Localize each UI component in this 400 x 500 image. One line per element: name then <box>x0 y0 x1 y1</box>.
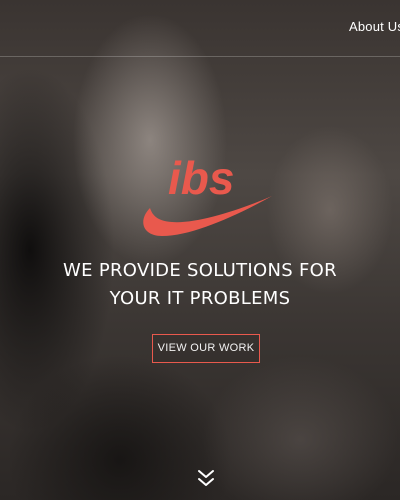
nav-link-about-us[interactable]: About Us <box>349 19 400 34</box>
ibs-logo-text: ibs <box>168 152 234 204</box>
hero-section: About Us ibs WE PROVIDE SOLUTIONS FOR YO… <box>0 0 400 500</box>
ibs-logo: ibs <box>136 150 276 242</box>
top-navigation-bar: About Us <box>0 0 400 57</box>
ibs-logo-graphic: ibs <box>143 152 272 236</box>
double-chevron-down-icon <box>198 470 214 486</box>
scroll-down-button[interactable] <box>194 468 218 490</box>
view-our-work-button[interactable]: VIEW OUR WORK <box>152 334 260 363</box>
headline-line-2: YOUR IT PROBLEMS <box>109 288 291 309</box>
headline-line-1: WE PROVIDE SOLUTIONS FOR <box>63 260 337 281</box>
hero-headline: WE PROVIDE SOLUTIONS FOR YOUR IT PROBLEM… <box>0 257 400 313</box>
